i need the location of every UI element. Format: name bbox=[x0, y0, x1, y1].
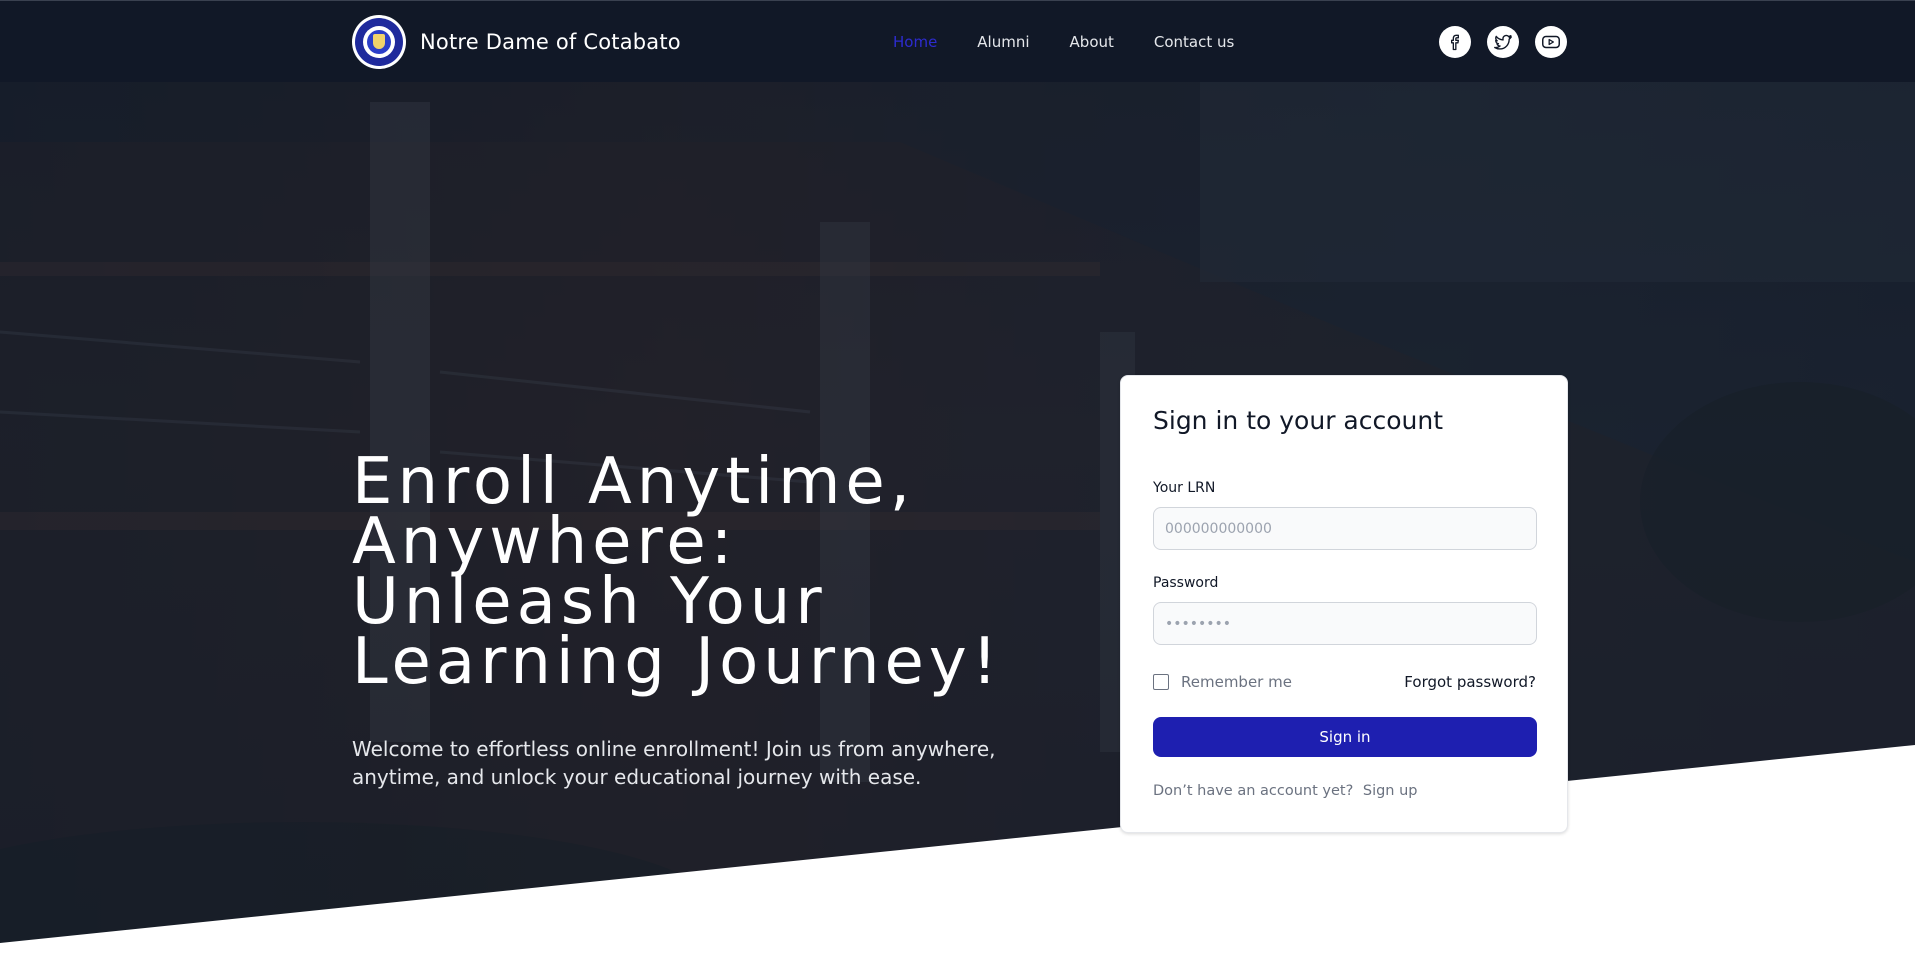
password-label: Password bbox=[1153, 575, 1219, 591]
facebook-icon[interactable] bbox=[1439, 26, 1471, 58]
remember-me: Remember me bbox=[1153, 673, 1292, 691]
hero-section: Enroll Anytime, Anywhere: Unleash Your L… bbox=[0, 82, 1915, 965]
remember-me-label: Remember me bbox=[1181, 673, 1292, 691]
nav-links: Home Alumni About Contact us bbox=[893, 1, 1234, 83]
signin-card: Sign in to your account Your LRN 0000000… bbox=[1120, 375, 1568, 833]
signup-prompt: Don’t have an account yet? bbox=[1153, 783, 1354, 799]
forgot-password-link[interactable]: Forgot password? bbox=[1404, 673, 1536, 691]
brand[interactable]: Notre Dame of Cotabato bbox=[352, 15, 681, 69]
lrn-label: Your LRN bbox=[1153, 480, 1216, 496]
twitter-icon[interactable] bbox=[1487, 26, 1519, 58]
youtube-icon[interactable] bbox=[1535, 26, 1567, 58]
nav-link-about[interactable]: About bbox=[1070, 33, 1114, 51]
signup-link[interactable]: Sign up bbox=[1363, 783, 1418, 799]
nav-link-home[interactable]: Home bbox=[893, 33, 937, 51]
social-links bbox=[1439, 26, 1567, 58]
signin-button[interactable]: Sign in bbox=[1153, 717, 1537, 757]
lrn-input[interactable]: 000000000000 bbox=[1153, 507, 1537, 550]
brand-name[interactable]: Notre Dame of Cotabato bbox=[420, 30, 681, 54]
school-seal-icon bbox=[352, 15, 406, 69]
password-input[interactable]: •••••••• bbox=[1153, 602, 1537, 645]
signup-row: Don’t have an account yet? Sign up bbox=[1153, 783, 1418, 799]
signin-title: Sign in to your account bbox=[1153, 406, 1444, 435]
nav-link-alumni[interactable]: Alumni bbox=[977, 33, 1029, 51]
remember-me-checkbox[interactable] bbox=[1153, 674, 1169, 690]
top-navbar: Notre Dame of Cotabato Home Alumni About… bbox=[0, 0, 1915, 82]
hero-headline: Enroll Anytime, Anywhere: Unleash Your L… bbox=[352, 445, 1003, 699]
hero-subtext: Welcome to effortless online enrollment!… bbox=[352, 737, 996, 789]
nav-link-contact[interactable]: Contact us bbox=[1154, 33, 1234, 51]
